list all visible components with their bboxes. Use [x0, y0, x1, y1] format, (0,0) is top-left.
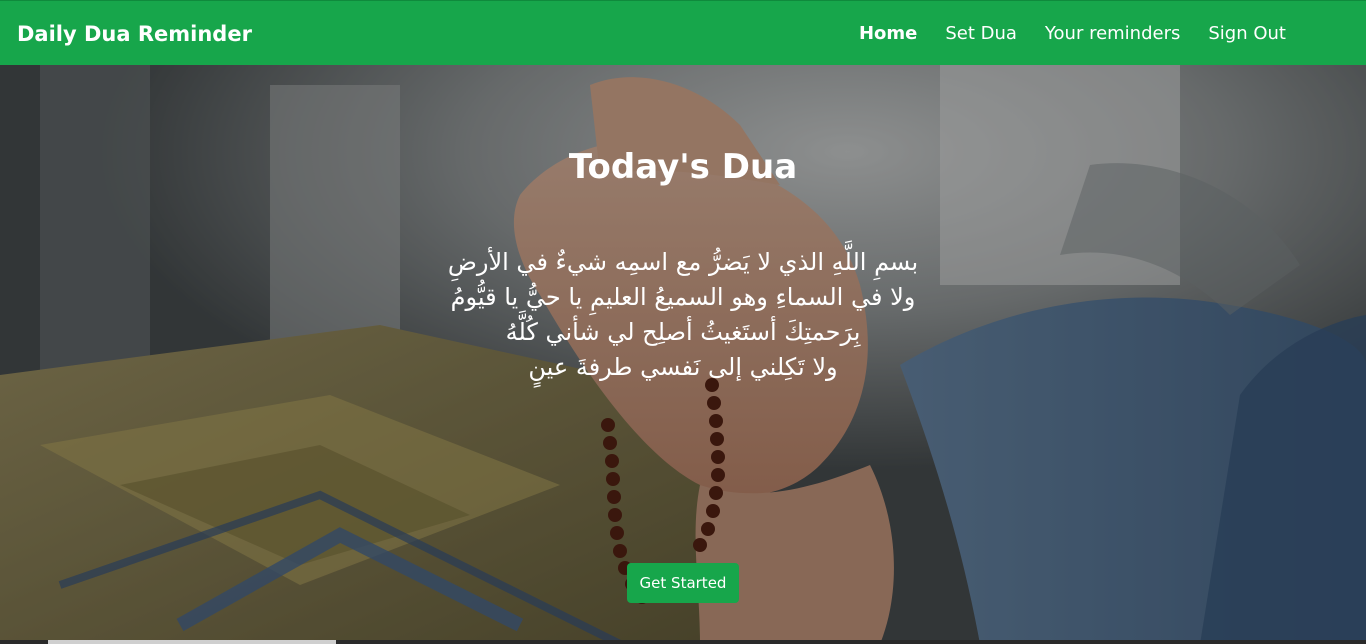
get-started-button[interactable]: Get Started — [627, 563, 739, 603]
nav-link-set-dua[interactable]: Set Dua — [945, 22, 1017, 46]
hero-title: Today's Dua — [568, 147, 798, 187]
nav-links: Home Set Dua Your reminders Sign Out — [859, 22, 1286, 46]
dua-line: ولا في السماءِ وهو السميعُ العليمِ يا حي… — [450, 283, 916, 311]
nav-link-your-reminders[interactable]: Your reminders — [1045, 22, 1180, 46]
scrollbar-thumb[interactable] — [48, 640, 336, 644]
hero-section: Today's Dua بسمِ اللَّهِ الذي لا يَضرُّ … — [0, 65, 1366, 644]
dua-line: بسمِ اللَّهِ الذي لا يَضرُّ مع اسمِه شيء… — [447, 248, 919, 276]
top-navbar: Daily Dua Reminder Home Set Dua Your rem… — [0, 0, 1366, 65]
nav-link-home[interactable]: Home — [859, 22, 917, 46]
nav-link-sign-out[interactable]: Sign Out — [1208, 22, 1286, 46]
horizontal-scrollbar[interactable] — [0, 640, 1366, 644]
dua-line: بِرَحمتِكَ أستَغيثُ أصلِح لي شأني كُلَّه… — [505, 318, 861, 346]
brand-title[interactable]: Daily Dua Reminder — [17, 21, 252, 47]
dua-line: ولا تَكِلني إلى نَفسي طرفةَ عينٍ — [528, 353, 838, 381]
dua-text: بسمِ اللَّهِ الذي لا يَضرُّ مع اسمِه شيء… — [333, 245, 1033, 385]
